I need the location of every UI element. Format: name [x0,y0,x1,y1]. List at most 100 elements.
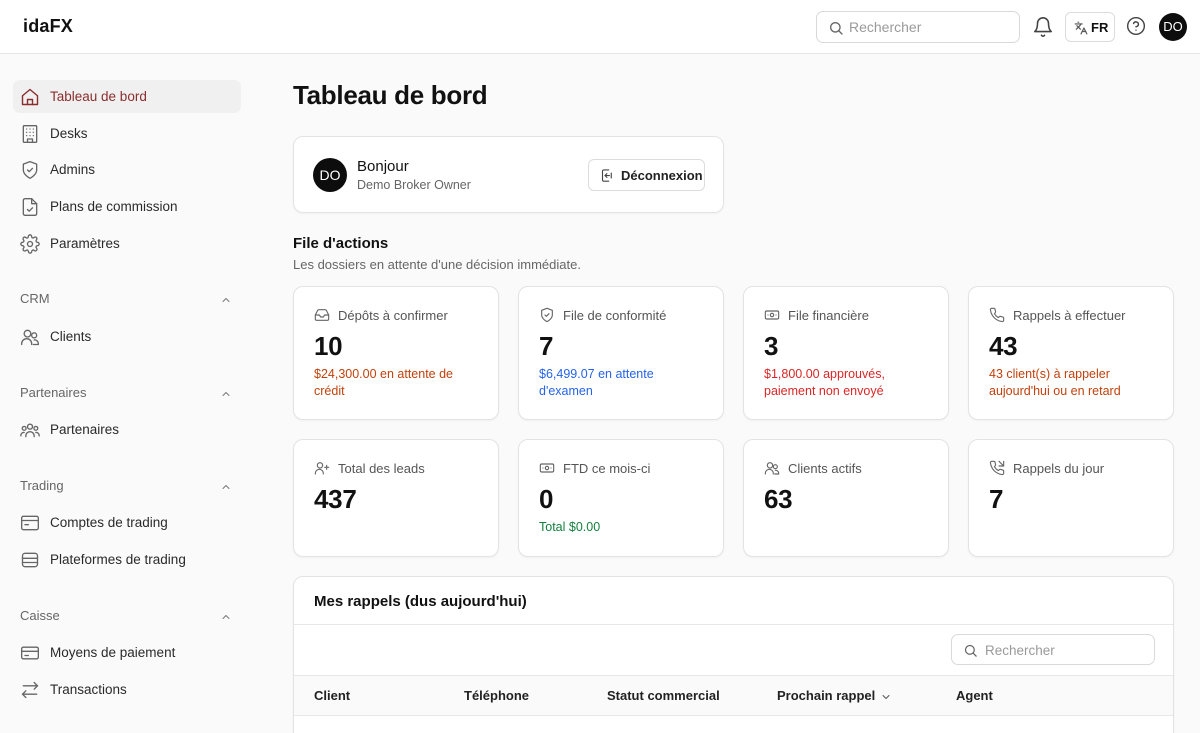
global-search[interactable] [816,11,1020,43]
search-icon [830,22,843,35]
card-active-clients[interactable]: Clients actifs 63 [743,439,949,557]
sidebar-item-desks[interactable]: Desks [13,117,241,150]
card-callbacks-today[interactable]: Rappels du jour 7 [968,439,1174,557]
sidebar-item-label: Plateformes de trading [50,552,186,567]
banknote-icon [539,463,555,473]
chevron-up-icon [222,485,230,489]
brand-logo[interactable]: idaFX [23,16,73,37]
card-note: 43 client(s) à rappeler aujourd'hui ou e… [989,367,1121,398]
page-title: Tableau de bord [293,80,488,110]
sidebar-item-payment-methods[interactable]: Moyens de paiement [13,636,241,669]
card-deposits-to-confirm[interactable]: Dépôts à confirmer 10 $24,300.00 en atte… [293,286,499,420]
column-header-sales-status[interactable]: Statut commercial [607,688,720,703]
card-value: 7 [989,484,1004,514]
card-label: FTD ce mois-ci [563,461,651,476]
sidebar-item-clients[interactable]: Clients [13,320,241,353]
sidebar-item-trading-platforms[interactable]: Plateformes de trading [13,543,241,576]
callbacks-search-input[interactable] [985,640,1145,660]
callbacks-title: Mes rappels (dus aujourd'hui) [314,593,527,610]
actions-title: File d'actions [293,235,389,252]
sidebar-item-label: Moyens de paiement [50,645,176,660]
user-avatar[interactable]: DO [1159,13,1187,41]
database-icon [21,552,39,568]
card-label: File financière [788,308,869,323]
inbox-icon [314,309,330,321]
divider [294,624,1173,625]
sidebar-item-admins[interactable]: Admins [13,153,241,186]
bell-icon[interactable] [1032,16,1054,38]
logout-button[interactable]: Déconnexion [588,159,705,191]
sidebar-item-label: Tableau de bord [50,89,147,104]
sidebar-item-dashboard[interactable]: Tableau de bord [13,80,241,113]
section-title: Trading [20,478,64,493]
card-ftd-month[interactable]: FTD ce mois-ci 0 Total $0.00 [518,439,724,557]
sidebar-item-label: Comptes de trading [50,515,168,530]
table-header: Client Téléphone Statut commercial Proch… [294,675,1173,716]
section-cashier[interactable]: Caisse [20,606,236,626]
card-label: File de conformité [563,308,667,323]
phone-icon [989,307,1005,323]
card-label: Clients actifs [788,461,862,476]
language-code: FR [1091,20,1109,35]
credit-card-icon [21,646,39,660]
column-header-agent[interactable]: Agent [956,688,993,703]
global-search-input[interactable] [849,17,1009,37]
users-icon [21,329,40,346]
card-label: Total des leads [338,461,425,476]
sidebar-item-label: Paramètres [50,236,120,251]
card-value: 0 [539,484,554,514]
card-value: 10 [314,331,343,361]
column-header-next-callback[interactable]: Prochain rappel [777,688,892,703]
card-callbacks-to-do[interactable]: Rappels à effectuer 43 43 client(s) à ra… [968,286,1174,420]
section-crm[interactable]: CRM [20,289,236,309]
sidebar-item-label: Desks [50,126,88,141]
chevron-up-icon [222,615,230,619]
shield-icon [22,161,38,179]
actions-subtitle: Les dossiers en attente d'une décision i… [293,257,581,272]
section-title: CRM [20,291,50,306]
card-value: 63 [764,484,793,514]
card-note: $24,300.00 en attente de crédit [314,367,454,398]
card-note: $1,800.00 approuvés, paiement non envoyé [764,367,885,398]
callbacks-panel: Mes rappels (dus aujourd'hui) Client Tél… [293,576,1174,733]
home-icon [21,88,39,106]
card-finance-queue[interactable]: File financière 3 $1,800.00 approuvés, p… [743,286,949,420]
search-icon [964,644,977,657]
sidebar-item-transactions[interactable]: Transactions [13,673,241,706]
card-label: Rappels du jour [1013,461,1105,476]
greeting-text: Bonjour [357,158,409,175]
section-trading[interactable]: Trading [20,476,236,496]
column-header-client[interactable]: Client [314,688,350,703]
section-partners[interactable]: Partenaires [20,383,236,403]
callbacks-search[interactable] [951,634,1155,665]
card-total-leads[interactable]: Total des leads 437 [293,439,499,557]
card-note: Total $0.00 [539,520,601,534]
users-icon [764,462,780,475]
card-value: 3 [764,331,779,361]
card-note: $6,499.07 en attente d'examen [539,367,654,398]
user-plus-icon [314,462,330,475]
sidebar-item-commission-plans[interactable]: Plans de commission [13,190,241,223]
card-value: 437 [314,484,357,514]
logout-icon [601,169,612,182]
language-switcher[interactable]: FR [1065,12,1115,42]
shield-check-icon [541,307,553,323]
column-header-phone[interactable]: Téléphone [464,688,529,703]
wallet-icon [21,515,39,531]
phone-call-icon [989,460,1005,476]
group-icon [20,423,40,438]
sidebar-item-label: Clients [50,329,92,344]
building-icon [22,125,38,143]
greeting-card: DO Bonjour Demo Broker Owner Déconnexion [293,136,724,213]
logout-label: Déconnexion [621,168,703,183]
sidebar-item-trading-accounts[interactable]: Comptes de trading [13,506,241,539]
sidebar-item-settings[interactable]: Paramètres [13,227,241,260]
section-title: Partenaires [20,385,87,400]
banknote-icon [764,310,780,320]
card-label: Rappels à effectuer [1013,308,1126,323]
help-icon[interactable] [1126,16,1146,36]
sidebar-item-partners[interactable]: Partenaires [13,413,241,446]
card-compliance-queue[interactable]: File de conformité 7 $6,499.07 en attent… [518,286,724,420]
card-value: 43 [989,331,1018,361]
top-bar: idaFX FR DO [0,0,1200,54]
